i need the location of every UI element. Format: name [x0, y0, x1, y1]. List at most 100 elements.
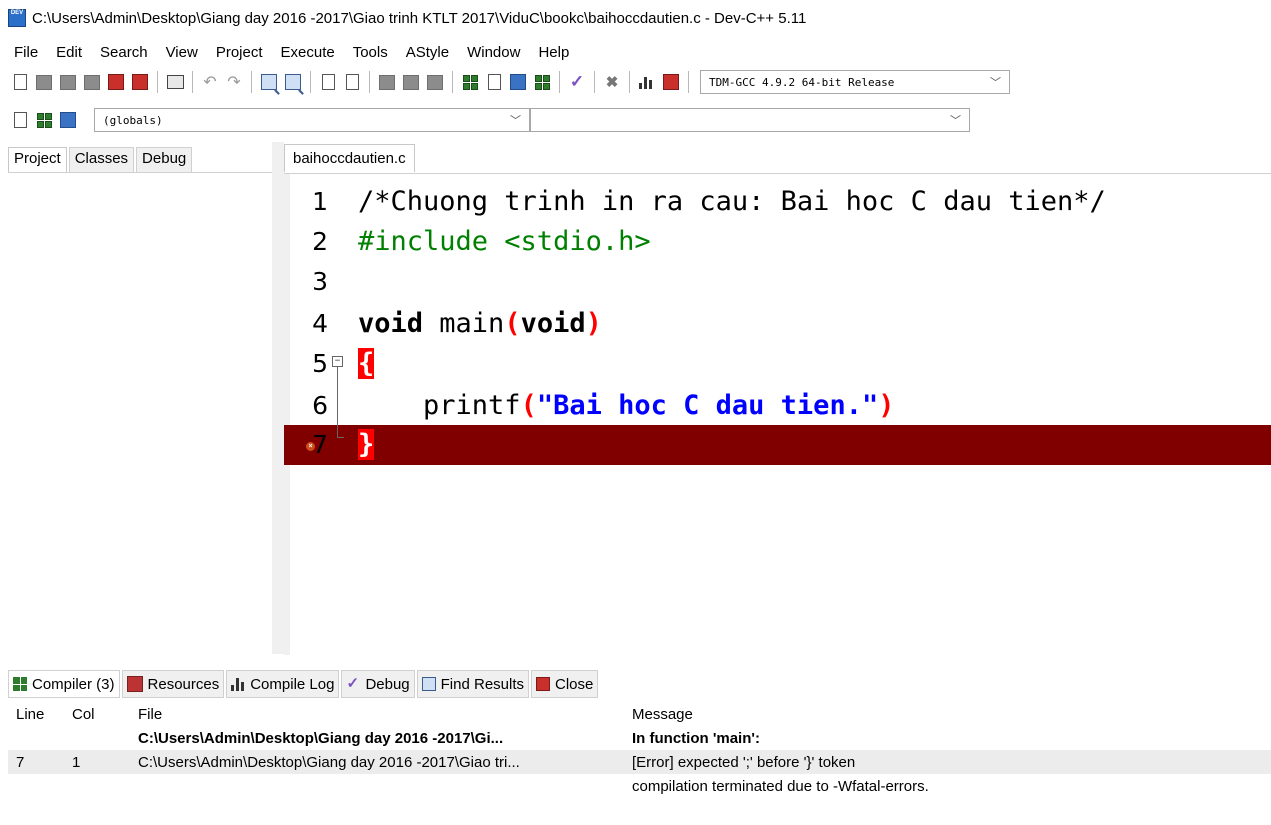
tab-compiler[interactable]: Compiler (3): [8, 670, 120, 698]
member-select[interactable]: ﹀: [530, 108, 970, 132]
toolbar-separator: [310, 71, 311, 93]
brace-match: {: [358, 348, 375, 379]
panel-splitter[interactable]: [272, 142, 284, 654]
scope-select[interactable]: (globals) ﹀: [94, 108, 530, 132]
keyword: void: [520, 308, 586, 339]
new-file-button[interactable]: [10, 72, 30, 92]
tab-compile-log[interactable]: Compile Log: [226, 670, 340, 698]
remove-from-project-button[interactable]: [58, 110, 78, 130]
brace-match: }: [358, 429, 375, 460]
code-text: /*Chuong trinh in ra cau: Bai hoc C dau …: [358, 186, 1106, 217]
menu-astyle[interactable]: AStyle: [394, 44, 455, 61]
comment-icon: [427, 74, 443, 90]
tab-find-results[interactable]: Find Results: [416, 670, 530, 698]
toggle-bookmark-button[interactable]: [342, 72, 362, 92]
save-all-icon: [84, 74, 100, 90]
menu-help[interactable]: Help: [526, 44, 575, 61]
add-to-project-button[interactable]: [34, 110, 54, 130]
find-results-icon: [421, 677, 436, 691]
tab-baihoccdautien[interactable]: baihoccdautien.c: [284, 144, 415, 172]
menu-window[interactable]: Window: [455, 44, 526, 61]
tab-label: Compile Log: [250, 675, 335, 693]
menu-bar: File Edit Search View Project Execute To…: [0, 40, 575, 64]
toolbar-separator: [157, 71, 158, 93]
menu-edit[interactable]: Edit: [44, 44, 88, 61]
bookmark-icon: [345, 74, 359, 90]
unindent-button[interactable]: [401, 72, 421, 92]
column-header-file[interactable]: File: [130, 702, 624, 726]
cell-col: [64, 726, 130, 750]
close-file-button[interactable]: [106, 72, 126, 92]
project-browser-tabs: Project Classes Debug: [8, 142, 272, 172]
devcpp-app-icon[interactable]: DEV: [8, 9, 26, 27]
toolbar-separator: [629, 71, 630, 93]
column-header-col[interactable]: Col: [64, 702, 130, 726]
save-button[interactable]: [58, 72, 78, 92]
compile-button[interactable]: [460, 72, 480, 92]
menu-search[interactable]: Search: [88, 44, 154, 61]
column-header-message[interactable]: Message: [624, 702, 1271, 726]
stop-button[interactable]: ✖: [602, 72, 622, 92]
insert-button[interactable]: [10, 110, 30, 130]
print-button[interactable]: [165, 72, 185, 92]
cell-file: C:\Users\Admin\Desktop\Giang day 2016 -2…: [130, 750, 624, 774]
line-number: 5: [312, 349, 328, 378]
resources-icon: [126, 676, 143, 692]
cell-col: [64, 774, 130, 798]
run-button[interactable]: [484, 72, 504, 92]
indent-icon: [379, 74, 395, 90]
remove-from-project-icon: [60, 112, 76, 128]
tab-classes[interactable]: Classes: [68, 147, 135, 172]
find-button[interactable]: [259, 72, 279, 92]
replace-button[interactable]: [283, 72, 303, 92]
comment-button[interactable]: [425, 72, 445, 92]
menu-tools[interactable]: Tools: [341, 44, 394, 61]
cell-line: [8, 774, 64, 798]
goto-line-button[interactable]: [318, 72, 338, 92]
compiler-select[interactable]: TDM-GCC 4.9.2 64-bit Release ﹀: [700, 70, 1010, 94]
chevron-down-icon: ﹀: [990, 76, 1001, 89]
tab-project[interactable]: Project: [8, 147, 67, 172]
undo-icon: ↶: [203, 74, 217, 91]
column-header-line[interactable]: Line: [8, 702, 64, 726]
tab-resources[interactable]: Resources: [121, 670, 225, 698]
indent-button[interactable]: [377, 72, 397, 92]
paren: ): [878, 390, 895, 421]
table-row[interactable]: 7 1 C:\Users\Admin\Desktop\Giang day 201…: [8, 750, 1271, 774]
debug-check-icon: ✓: [569, 72, 585, 91]
tab-label: Close: [555, 675, 594, 693]
keyword: void: [358, 308, 424, 339]
delete-profile-button[interactable]: [661, 72, 681, 92]
menu-project[interactable]: Project: [204, 44, 269, 61]
redo-icon: ↷: [227, 74, 241, 91]
code-editor[interactable]: 1 /*Chuong trinh in ra cau: Bai hoc C da…: [284, 173, 1271, 655]
code-text: printf("Bai hoc C dau tien."): [358, 386, 894, 426]
menu-file[interactable]: File: [0, 44, 44, 61]
fold-toggle-icon[interactable]: −: [332, 356, 343, 367]
save-all-button[interactable]: [82, 72, 102, 92]
close-all-button[interactable]: [130, 72, 150, 92]
cell-message: In function 'main':: [632, 729, 760, 747]
rebuild-button[interactable]: [532, 72, 552, 92]
table-row[interactable]: compilation terminated due to -Wfatal-er…: [8, 774, 1271, 798]
undo-button[interactable]: ↶: [200, 72, 220, 92]
editor-tab-bar: baihoccdautien.c: [284, 142, 1271, 172]
table-row[interactable]: C:\Users\Admin\Desktop\Giang day 2016 -2…: [8, 726, 1271, 750]
fold-line: [337, 367, 338, 438]
tab-debug-output[interactable]: ✓ Debug: [341, 670, 415, 698]
debug-button[interactable]: ✓: [567, 72, 587, 92]
tab-close[interactable]: Close: [531, 670, 599, 698]
save-icon: [60, 74, 76, 90]
code-text: #include <stdio.h>: [358, 226, 651, 257]
line-number: 2: [312, 227, 328, 256]
project-tree[interactable]: [8, 172, 272, 653]
tab-debug[interactable]: Debug: [136, 147, 193, 172]
redo-button[interactable]: ↷: [224, 72, 244, 92]
profile-button[interactable]: [637, 72, 657, 92]
compile-run-button[interactable]: [508, 72, 528, 92]
menu-view[interactable]: View: [154, 44, 204, 61]
insert-icon: [13, 112, 27, 128]
compile-icon: [462, 74, 478, 90]
open-button[interactable]: [34, 72, 54, 92]
menu-execute[interactable]: Execute: [269, 44, 341, 61]
